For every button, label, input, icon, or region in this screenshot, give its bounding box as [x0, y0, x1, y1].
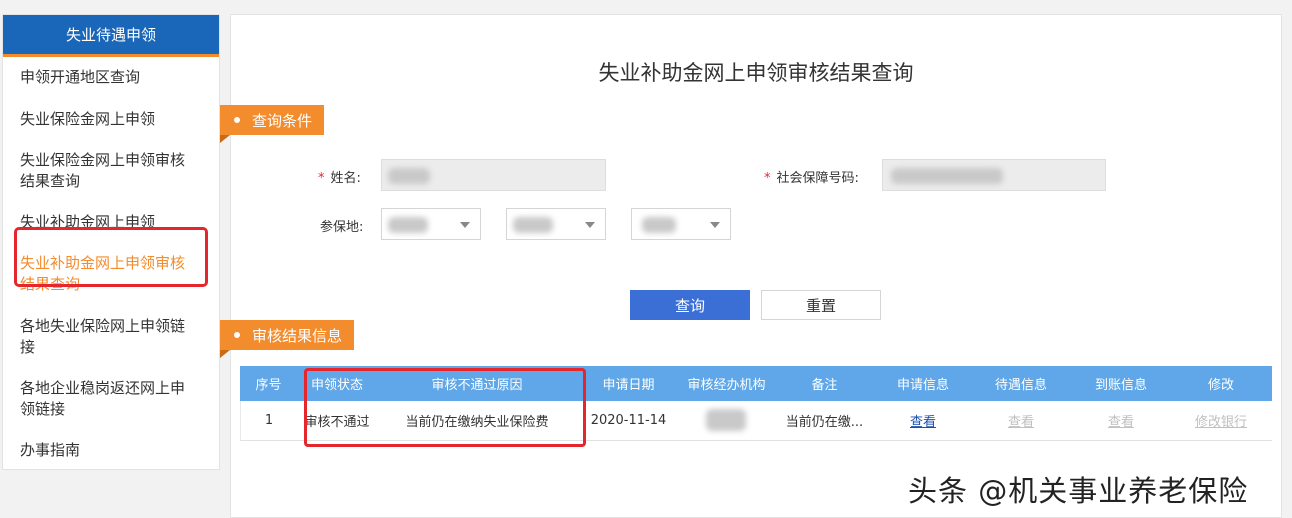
sidebar-item-label: 申领开通地区查询 — [20, 68, 141, 86]
view-account-info-link[interactable]: 查看 — [1108, 411, 1134, 430]
column-header: 申请日期 — [602, 378, 655, 393]
sidebar-item-label: 接 — [20, 338, 36, 356]
sidebar-item-guide[interactable]: 办事指南 — [20, 440, 210, 461]
sidebar-item-insurance-apply[interactable]: 失业保险金网上申领 — [20, 109, 210, 130]
sidebar-item-label: 办事指南 — [20, 441, 81, 459]
column-header: 修改 — [1207, 378, 1234, 393]
ssn-label-text: 社会保障号码: — [776, 171, 859, 186]
column-header: 审核经办机构 — [687, 378, 766, 393]
ssn-label: * 社会保障号码: — [764, 167, 859, 186]
name-input[interactable] — [381, 159, 606, 191]
redacted-value — [513, 217, 553, 233]
column-header: 备注 — [811, 378, 838, 393]
bullet-icon — [234, 332, 240, 338]
redacted-value — [388, 217, 428, 233]
sidebar-item-label: 失业保险金网上申领审核 — [20, 151, 186, 169]
row-date: 2020-11-14 — [590, 413, 667, 428]
query-button[interactable]: 查询 — [630, 290, 750, 320]
required-mark: * — [318, 171, 325, 186]
redacted-value — [642, 217, 676, 233]
chevron-down-icon — [585, 222, 595, 228]
column-header: 待遇信息 — [994, 378, 1047, 393]
account-info-cell: 查看 — [1072, 401, 1170, 440]
sidebar-item-stability-refund[interactable]: 各地企业稳岗返还网上申 领链接 — [20, 378, 210, 420]
sidebar-item-label: 结果查询 — [20, 172, 81, 190]
bullet-icon — [234, 117, 240, 123]
required-mark: * — [764, 171, 771, 186]
row-agency — [680, 401, 773, 440]
view-apply-info-link[interactable]: 查看 — [910, 411, 936, 430]
tag-fold-decoration — [220, 135, 230, 143]
query-section-tag: 查询条件 — [220, 105, 325, 135]
page-title: 失业补助金网上申领审核结果查询 — [598, 61, 914, 85]
chevron-down-icon — [710, 222, 720, 228]
apply-info-cell: 查看 — [876, 401, 970, 440]
insured-place-label: 参保地: — [320, 220, 364, 235]
result-section-title: 审核结果信息 — [252, 326, 343, 345]
chevron-down-icon — [460, 222, 470, 228]
district-select[interactable] — [631, 208, 731, 240]
redacted-value — [706, 409, 746, 431]
tag-fold-decoration — [220, 350, 230, 358]
sidebar-item-insurance-result[interactable]: 失业保险金网上申领审核 结果查询 — [20, 150, 210, 192]
sidebar-item-label: 各地企业稳岗返还网上申 — [20, 379, 186, 397]
city-select[interactable] — [506, 208, 606, 240]
column-header: 申请信息 — [896, 378, 949, 393]
name-label: * 姓名: — [318, 167, 361, 186]
reset-button[interactable]: 重置 — [761, 290, 881, 320]
query-section-title: 查询条件 — [252, 111, 313, 130]
modify-cell: 修改银行 — [1170, 401, 1272, 440]
modify-bank-link[interactable]: 修改银行 — [1195, 411, 1247, 430]
row-index: 1 — [264, 413, 274, 428]
ssn-input[interactable] — [882, 159, 1106, 191]
province-select[interactable] — [381, 208, 481, 240]
view-benefit-info-link[interactable]: 查看 — [1008, 411, 1034, 430]
watermark: 头条 @机关事业养老保险 — [908, 474, 1249, 508]
column-header: 序号 — [255, 378, 282, 393]
name-label-text: 姓名: — [330, 171, 361, 186]
redacted-value — [891, 168, 1003, 184]
row-remark: 当前仍在缴... — [785, 415, 864, 430]
active-item-highlight — [14, 227, 208, 287]
column-header: 到账信息 — [1094, 378, 1147, 393]
result-section-tag: 审核结果信息 — [220, 320, 355, 350]
sidebar-item-regional-links[interactable]: 各地失业保险网上申领链 接 — [20, 316, 210, 358]
sidebar-item-label: 各地失业保险网上申领链 — [20, 317, 186, 335]
redacted-value — [388, 168, 430, 184]
sidebar-item-label: 领链接 — [20, 400, 66, 418]
sidebar-header: 失业待遇申领 — [3, 15, 219, 57]
benefit-info-cell: 查看 — [970, 401, 1072, 440]
sidebar-item-open-regions[interactable]: 申领开通地区查询 — [20, 67, 210, 88]
highlight-annotation — [304, 368, 586, 447]
sidebar-item-label: 失业保险金网上申领 — [20, 110, 156, 128]
